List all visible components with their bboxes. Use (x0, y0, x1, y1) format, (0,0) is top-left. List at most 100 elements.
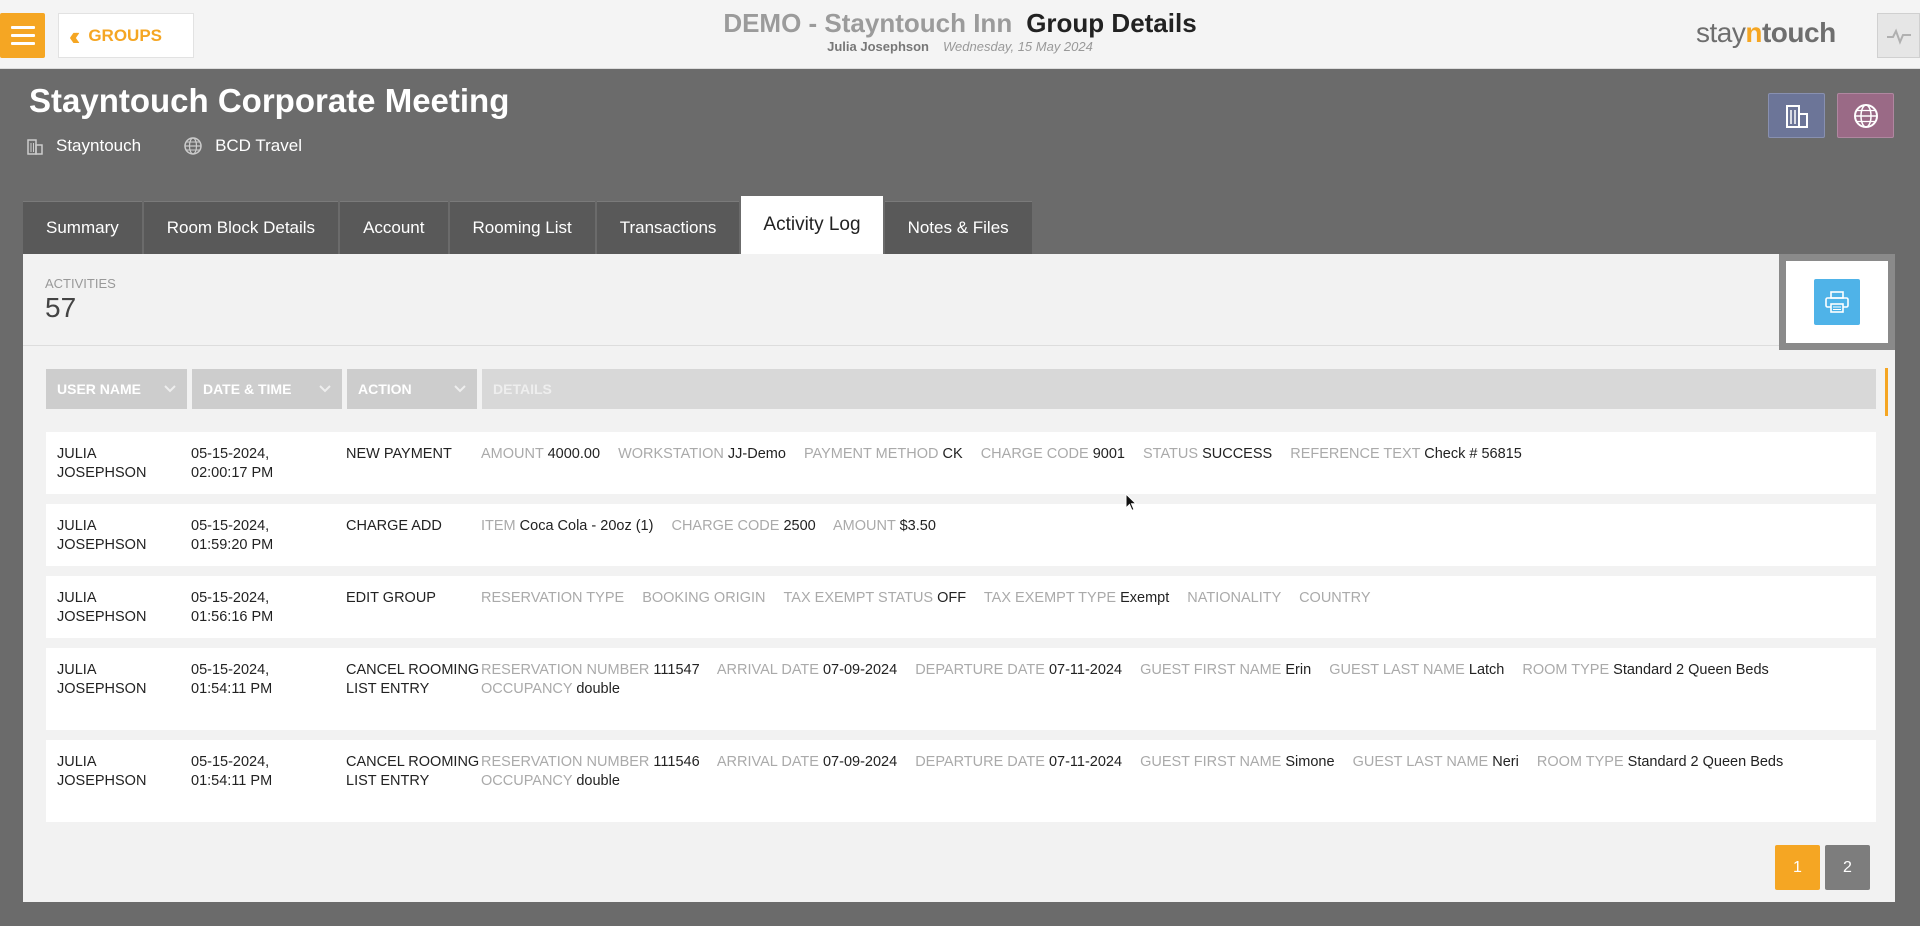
row-datetime: 05-15-2024, 01:54:11 PM (191, 754, 273, 789)
pulse-icon (1886, 27, 1911, 45)
detail-label: AMOUNT (832, 518, 896, 534)
detail-label: AMOUNT (481, 446, 544, 462)
tab-summary[interactable]: Summary (23, 201, 142, 254)
detail-label: GUEST FIRST NAME (1140, 754, 1282, 770)
detail-value: Neri (1492, 754, 1519, 770)
detail-label: OCCUPANCY (481, 773, 573, 789)
pagination: 1 2 (1775, 845, 1870, 890)
table-row: JULIA JOSEPHSON 05-15-2024, 01:54:11 PM CANC… (46, 648, 1876, 730)
row-user: JULIA JOSEPHSON (57, 446, 147, 481)
detail-label: ROOM TYPE (1536, 754, 1624, 770)
activities-count: 57 (45, 292, 77, 323)
page-1-button[interactable]: 1 (1775, 845, 1820, 890)
top-bar: ‹‹ GROUPS DEMO - Stayntouch Inn Group Det… (0, 0, 1920, 69)
detail-value: Latch (1468, 662, 1505, 678)
globe-icon (184, 137, 202, 155)
detail-value: Simone (1285, 754, 1335, 770)
detail-value: 4000.00 (547, 446, 601, 462)
row-user: JULIA JOSEPHSON (57, 590, 147, 625)
detail-value: 111546 (653, 754, 700, 770)
detail-value: double (576, 773, 620, 789)
column-date-time[interactable]: DATE & TIME (192, 369, 342, 409)
page-header: DEMO - Stayntouch Inn Group Details (0, 8, 1920, 39)
detail-value: 07-09-2024 (822, 754, 898, 770)
row-action: NEW PAYMENT (346, 446, 452, 462)
table-row: JULIA JOSEPHSON 05-15-2024, 02:00:17 PM NEW … (46, 432, 1876, 494)
activity-list: JULIA JOSEPHSON 05-15-2024, 02:00:17 PM NEW … (46, 432, 1876, 887)
column-action[interactable]: ACTION (347, 369, 477, 409)
chevron-down-icon (319, 385, 331, 393)
row-datetime: 05-15-2024, 01:54:11 PM (191, 662, 273, 697)
detail-label: RESERVATION NUMBER (481, 662, 650, 678)
detail-label: GUEST FIRST NAME (1140, 662, 1282, 678)
detail-value: 2500 (783, 518, 816, 534)
stayntouch-logo: stayntouch (1696, 17, 1836, 48)
detail-label: WORKSTATION (618, 446, 724, 462)
detail-value: Standard 2 Queen Beds (1613, 662, 1769, 678)
tab-room-block-details[interactable]: Room Block Details (143, 201, 339, 254)
activity-log-panel: ACTIVITIES 57 USER NAME DATE & TIME ACTI… (23, 254, 1895, 902)
detail-label: RESERVATION NUMBER (481, 754, 650, 770)
detail-label: ARRIVAL DATE (716, 754, 819, 770)
row-action: CANCEL ROOMING LIST ENTRY (346, 754, 480, 789)
tab-notes-files[interactable]: Notes & Files (884, 201, 1032, 254)
page-2-button[interactable]: 2 (1825, 845, 1870, 890)
row-datetime: 05-15-2024, 02:00:17 PM (191, 446, 274, 481)
row-datetime: 05-15-2024, 01:59:20 PM (191, 518, 274, 553)
row-details: AMOUNT 4000.00 WORKSTATION JJ-Demo PAYME… (481, 432, 1876, 494)
detail-label: CHARGE CODE (980, 446, 1089, 462)
chevron-down-icon (454, 385, 466, 393)
detail-label: CHARGE CODE (671, 518, 780, 534)
tab-activity-log[interactable]: Activity Log (741, 196, 883, 254)
scroll-indicator[interactable] (1885, 368, 1888, 416)
detail-value: SUCCESS (1202, 446, 1273, 462)
detail-value: 07-11-2024 (1048, 662, 1123, 678)
travel-agent-name: BCD Travel (215, 136, 302, 155)
detail-label: NATIONALITY (1187, 590, 1282, 606)
detail-label: ROOM TYPE (1522, 662, 1610, 678)
company-name: Stayntouch (56, 136, 142, 155)
row-datetime: 05-15-2024, 01:56:16 PM (191, 590, 274, 625)
printer-icon (1825, 291, 1849, 313)
group-tabs: Summary Room Block Details Account Roomi… (23, 196, 1034, 254)
detail-label: BOOKING ORIGIN (642, 590, 766, 606)
row-action: CHARGE ADD (346, 518, 442, 534)
detail-label: TAX EXEMPT STATUS (783, 590, 934, 606)
hotel-name: DEMO - Stayntouch Inn (723, 8, 1013, 38)
detail-value: JJ-Demo (727, 446, 786, 462)
detail-value: CK (942, 446, 963, 462)
chevron-down-icon (164, 385, 176, 393)
detail-value: 9001 (1092, 446, 1125, 462)
user-name: Julia Josephson (827, 39, 930, 54)
mouse-cursor-icon (1125, 493, 1138, 512)
group-title: Stayntouch Corporate Meeting (29, 82, 510, 119)
activities-summary: ACTIVITIES 57 (45, 276, 116, 324)
detail-value: Standard 2 Queen Beds (1627, 754, 1784, 770)
activity-pulse-button[interactable] (1877, 13, 1920, 58)
travel-agent-info: BCD Travel (183, 136, 302, 156)
company-info: Stayntouch (26, 136, 141, 156)
table-header: USER NAME DATE & TIME ACTION DETAILS (46, 369, 1876, 409)
user-date-line: Julia Josephson Wednesday, 15 May 2024 (0, 39, 1920, 54)
tab-transactions[interactable]: Transactions (596, 201, 740, 254)
page-title: Group Details (1026, 8, 1197, 38)
row-details: RESERVATION TYPE BOOKING ORIGIN TAX EXEM… (481, 576, 1876, 638)
business-date: Wednesday, 15 May 2024 (943, 39, 1093, 54)
detail-label: RESERVATION TYPE (481, 590, 625, 606)
detail-value: OFF (937, 590, 967, 606)
print-area (1779, 254, 1895, 350)
tab-account[interactable]: Account (340, 201, 448, 254)
detail-label: PAYMENT METHOD (803, 446, 939, 462)
detail-value: double (576, 681, 620, 697)
table-row: JULIA JOSEPHSON 05-15-2024, 01:56:16 PM EDIT… (46, 576, 1876, 638)
row-user: JULIA JOSEPHSON (57, 662, 147, 697)
print-button[interactable] (1814, 279, 1860, 325)
detail-label: GUEST LAST NAME (1329, 662, 1465, 678)
travel-agent-card-button[interactable] (1837, 93, 1894, 138)
row-action: EDIT GROUP (346, 590, 436, 606)
column-user-name[interactable]: USER NAME (46, 369, 187, 409)
detail-value: 07-09-2024 (822, 662, 898, 678)
company-card-button[interactable] (1768, 93, 1825, 138)
detail-value: $3.50 (899, 518, 936, 534)
tab-rooming-list[interactable]: Rooming List (449, 201, 595, 254)
